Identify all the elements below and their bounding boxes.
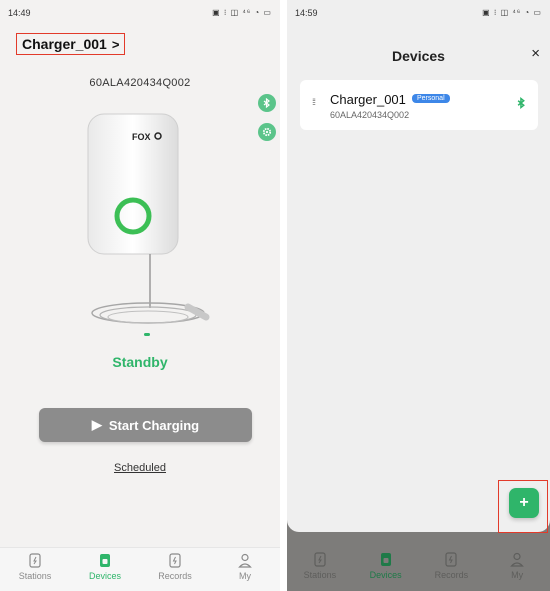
tab-devices-label: Devices (88, 571, 121, 581)
bottom-tab-bar: Stations Devices Records My (0, 547, 280, 591)
drag-handle-icon[interactable]: ⁞⁞ (312, 98, 316, 107)
close-icon[interactable]: × (531, 45, 540, 62)
sheet-title: Devices (392, 48, 445, 64)
play-icon: ▶ (91, 417, 102, 432)
personal-badge: Personal (412, 94, 450, 103)
charger-state: Standby (112, 354, 168, 370)
tab-my[interactable]: My (210, 548, 280, 591)
device-icon (100, 554, 110, 567)
device-serial: 60ALA420434Q002 (330, 110, 410, 120)
bluetooth-button[interactable] (258, 94, 276, 112)
devices-sheet: 14:59 ▣ ⁝ ◫ ⁴⁶ ◔ ▭ Devices × ⁞⁞ Charger_… (287, 0, 550, 533)
status-bar: 14:49 ▣ ⁝ ◫ ⁴⁶ ◔ ▭ (8, 8, 272, 20)
bottom-tab-bar: Stations Devices Records My (287, 547, 550, 591)
status-icons: ▣ ⁝ ◫ ⁴⁶ ◔ ▭ (482, 8, 542, 17)
charger-screen: 14:49 ▣ ⁝ ◫ ⁴⁶ ◔ ▭ Charger_001 > 60ALA42… (0, 0, 280, 591)
tab-my[interactable]: My (484, 547, 550, 591)
device-name: Charger_001 (330, 92, 406, 107)
status-icons: ▣ ⁝ ◫ ⁴⁶ ◔ ▭ (212, 8, 272, 17)
chevron-right-icon: > (111, 36, 120, 52)
tab-devices[interactable]: Devices (353, 547, 419, 591)
tab-devices-label: Devices (369, 570, 402, 580)
tab-stations[interactable]: Stations (0, 548, 70, 591)
records-icon (169, 553, 181, 568)
settings-button[interactable] (258, 123, 276, 141)
charger-name: Charger_001 (22, 36, 107, 52)
tab-stations-label: Stations (303, 570, 337, 580)
start-charging-button[interactable]: ▶ Start Charging (39, 408, 252, 442)
tab-records[interactable]: Records (419, 547, 485, 591)
tab-records[interactable]: Records (140, 548, 210, 591)
charger-serial: 60ALA420434Q002 (89, 77, 191, 89)
tab-stations-label: Stations (18, 571, 52, 581)
tab-my-label: My (239, 571, 251, 581)
tab-records-label: Records (158, 571, 192, 581)
user-icon (510, 552, 524, 567)
status-time: 14:49 (8, 8, 31, 18)
bluetooth-icon (263, 98, 270, 108)
start-charging-label: Start Charging (108, 417, 200, 433)
tab-my-label: My (511, 570, 524, 580)
scheduled-link[interactable]: Scheduled (0, 462, 280, 474)
records-icon (445, 552, 457, 567)
device-logo: FOX (132, 132, 151, 142)
charger-name-button[interactable]: Charger_001 > (16, 33, 126, 55)
status-indicator (144, 333, 150, 336)
device-icon (380, 553, 391, 566)
tab-records-label: Records (434, 570, 469, 580)
user-icon (238, 553, 252, 568)
add-device-button[interactable]: + (509, 488, 539, 518)
gear-icon (262, 127, 272, 137)
bluetooth-icon (517, 96, 526, 112)
status-time: 14:59 (295, 8, 318, 18)
device-list-item[interactable]: ⁞⁞ Charger_001 Personal 60ALA420434Q002 (300, 80, 538, 130)
devices-screen: 14:59 ▣ ⁝ ◫ ⁴⁶ ◔ ▭ Devices × ⁞⁞ Charger_… (287, 0, 550, 591)
station-icon (29, 553, 41, 568)
tab-devices[interactable]: Devices (70, 548, 140, 591)
station-icon (314, 552, 326, 567)
tab-stations[interactable]: Stations (287, 547, 353, 591)
status-bar: 14:59 ▣ ⁝ ◫ ⁴⁶ ◔ ▭ (295, 8, 542, 20)
charger-device-image: FOX (87, 113, 210, 324)
